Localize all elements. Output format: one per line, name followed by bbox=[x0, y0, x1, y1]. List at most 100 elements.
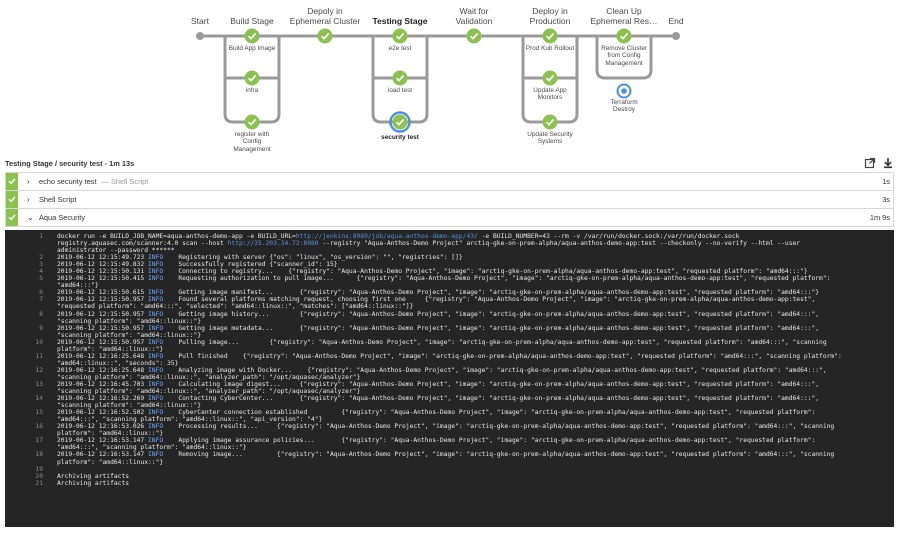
log-level: INFO bbox=[148, 296, 164, 304]
log-line-text: Archiving artifacts bbox=[57, 480, 894, 487]
check-icon bbox=[8, 178, 16, 185]
log-text: administrator --password ****** bbox=[57, 247, 175, 255]
log-line-number[interactable]: 10 bbox=[5, 339, 57, 346]
success-status-icon[interactable] bbox=[542, 28, 558, 44]
log-text: Connecting to registry... {"registry": "… bbox=[163, 268, 808, 276]
log-line-number[interactable]: 20 bbox=[5, 473, 57, 480]
log-line-number[interactable]: 1 bbox=[5, 233, 57, 240]
log-link[interactable]: http://35.203.34.72:8080 bbox=[228, 240, 319, 247]
log-level: INFO bbox=[148, 437, 164, 445]
log-link[interactable]: http://jenkins:8080/job/aqua-anthos-demo… bbox=[296, 233, 478, 240]
step-row[interactable]: › echo security test — Shell Script 1s bbox=[5, 172, 894, 191]
log-line-number bbox=[5, 374, 57, 381]
log-text: Getting image metadata... {"registry": "… bbox=[163, 324, 820, 332]
log-text: Found several platforms matching request… bbox=[163, 296, 816, 304]
log-line-number bbox=[5, 282, 57, 289]
log-text: platform": "amd64::linux::"} bbox=[57, 345, 164, 353]
chevron-down-icon[interactable]: ⌄ bbox=[27, 213, 35, 222]
pipeline-node-label: Update App Monitors bbox=[533, 87, 567, 102]
log-line-text: 2019-06-12 12:16:45.703 INFO Calculating… bbox=[57, 381, 894, 388]
success-status-icon[interactable] bbox=[616, 28, 632, 44]
success-status-icon[interactable] bbox=[392, 28, 408, 44]
check-icon bbox=[8, 196, 16, 203]
log-line-number[interactable]: 5 bbox=[5, 275, 57, 282]
log-line: 6 2019-06-12 12:15:50.615 INFO Getting im… bbox=[5, 289, 894, 296]
log-line: 19 bbox=[5, 466, 894, 473]
log-level: INFO bbox=[148, 338, 164, 346]
log-line-number[interactable]: 18 bbox=[5, 451, 57, 458]
download-icon[interactable] bbox=[882, 157, 894, 169]
success-status-icon[interactable] bbox=[392, 114, 408, 130]
log-line-number[interactable]: 11 bbox=[5, 353, 57, 360]
log-line-number[interactable]: 9 bbox=[5, 325, 57, 332]
running-dot bbox=[621, 88, 627, 94]
success-status-icon[interactable] bbox=[542, 114, 558, 130]
log-line-text: 2019-06-12 12:16:53.147 INFO Applying im… bbox=[57, 437, 894, 444]
log-text: 2019-06-12 12:16:52.502 bbox=[57, 409, 148, 417]
success-status-icon[interactable] bbox=[466, 28, 482, 44]
log-line-number[interactable]: 6 bbox=[5, 289, 57, 296]
log-line-number bbox=[5, 318, 57, 325]
log-line-number[interactable]: 13 bbox=[5, 381, 57, 388]
log-line-number[interactable]: 7 bbox=[5, 296, 57, 303]
log-line: "scanning platform": "amd64::linux::", "… bbox=[5, 388, 894, 395]
log-line: "scanning platform": "amd64::linux::"} bbox=[5, 332, 894, 339]
log-line-text: "amd64:::", "scanning platform": "amd64:… bbox=[57, 416, 894, 423]
check-icon bbox=[8, 214, 16, 221]
success-status-icon[interactable] bbox=[244, 28, 260, 44]
chevron-right-icon[interactable]: › bbox=[27, 177, 35, 186]
step-status-bar bbox=[6, 191, 18, 208]
step-row[interactable]: › Shell Script 3s bbox=[5, 191, 894, 209]
log-line-number bbox=[5, 430, 57, 437]
step-duration: 1m 9s bbox=[869, 213, 890, 222]
log-line-text: "amd64:::", "scanning platform": "amd64:… bbox=[57, 444, 894, 451]
log-line-number[interactable]: 16 bbox=[5, 423, 57, 430]
console-log[interactable]: 1 docker run -e BUILD_JOB_NAME=aqua-antho… bbox=[5, 230, 894, 527]
pipeline-node-label: Build App Image bbox=[228, 45, 276, 52]
success-status-icon[interactable] bbox=[317, 28, 333, 44]
log-line-number[interactable]: 21 bbox=[5, 480, 57, 487]
log-line: 2 2019-06-12 12:15:49.723 INFO Registerin… bbox=[5, 254, 894, 261]
log-line: 7 2019-06-12 12:15:50.957 INFO Found seve… bbox=[5, 296, 894, 303]
log-level: INFO bbox=[148, 261, 164, 269]
log-line-number bbox=[5, 416, 57, 423]
log-line-number[interactable]: 3 bbox=[5, 261, 57, 268]
success-status-icon[interactable] bbox=[244, 114, 260, 130]
stage-title: End bbox=[668, 16, 684, 26]
log-text: "scanning platform": "amd64::linux::"} bbox=[57, 331, 202, 339]
chevron-right-icon[interactable]: › bbox=[27, 195, 35, 204]
log-line-text: platform": "amd64::linux::"} bbox=[57, 430, 894, 437]
log-text: "scanning platform": "amd64::linux::", "… bbox=[57, 388, 361, 396]
log-line: "amd64::linux::", "seconds": 35} bbox=[5, 360, 894, 367]
pipeline-node-label: register with Config Management bbox=[233, 131, 271, 153]
log-line: administrator --password ****** bbox=[5, 247, 894, 254]
log-text: 2019-06-12 12:16:53.026 bbox=[57, 423, 148, 431]
log-text: 2019-06-12 12:15:50.131 bbox=[57, 268, 148, 276]
log-line-number[interactable]: 14 bbox=[5, 395, 57, 402]
step-row-expanded[interactable]: ⌄ Aqua Security 1m 9s bbox=[5, 209, 894, 227]
log-text: 2019-06-12 12:15:50.957 bbox=[57, 338, 148, 346]
log-text: Getting image history... {"registry": "A… bbox=[163, 310, 820, 318]
pipeline-endpoint bbox=[672, 32, 680, 40]
log-line-number[interactable]: 12 bbox=[5, 367, 57, 374]
pipeline-node-label: Update Security Systems bbox=[527, 131, 573, 146]
log-line-number[interactable]: 4 bbox=[5, 268, 57, 275]
log-line-number[interactable]: 15 bbox=[5, 409, 57, 416]
external-link-icon[interactable] bbox=[864, 157, 876, 169]
log-line-number[interactable]: 19 bbox=[5, 466, 57, 473]
success-status-icon[interactable] bbox=[244, 70, 260, 86]
log-line: platform": "amd64::linux::"} bbox=[5, 346, 894, 353]
log-line: 21 Archiving artifacts bbox=[5, 480, 894, 487]
log-line-number[interactable]: 2 bbox=[5, 254, 57, 261]
success-status-icon[interactable] bbox=[392, 70, 408, 86]
log-line-text: Archiving artifacts bbox=[57, 473, 894, 480]
log-text: 2019-06-12 12:16:53.147 bbox=[57, 437, 148, 445]
log-line: platform": "amd64::linux::"} bbox=[5, 430, 894, 437]
log-line: 5 2019-06-12 12:15:50.415 INFO Requesting… bbox=[5, 275, 894, 282]
log-line: 12 2019-06-12 12:16:25.648 INFO Analyzing… bbox=[5, 367, 894, 374]
success-status-icon[interactable] bbox=[542, 70, 558, 86]
log-line-number[interactable]: 8 bbox=[5, 311, 57, 318]
log-line: 13 2019-06-12 12:16:45.703 INFO Calculati… bbox=[5, 381, 894, 388]
log-line-text: "amd64::linux::", "seconds": 35} bbox=[57, 360, 894, 367]
log-line-number[interactable]: 17 bbox=[5, 437, 57, 444]
